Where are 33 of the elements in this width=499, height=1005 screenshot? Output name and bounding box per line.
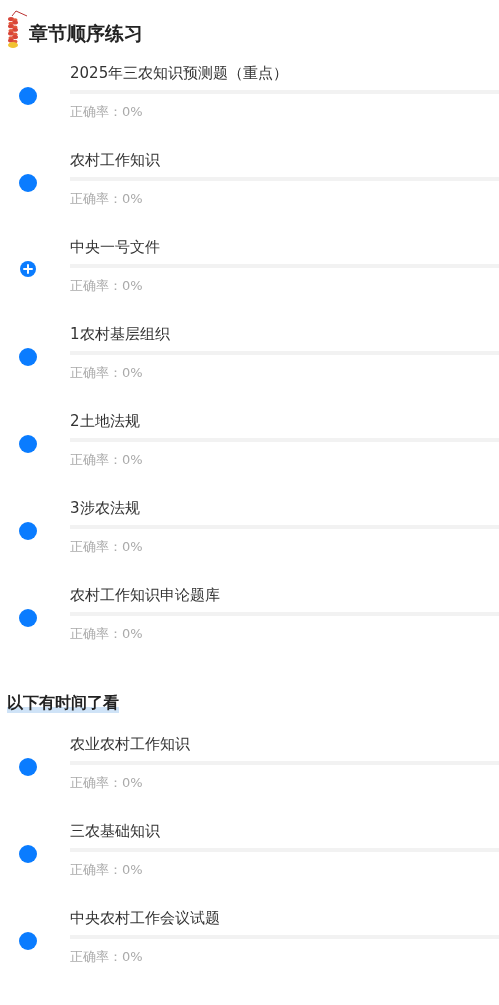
accuracy-text: 正确率：0% — [70, 538, 144, 556]
firecracker-icon — [6, 10, 28, 48]
dot-icon[interactable] — [19, 758, 37, 776]
chapter-title[interactable]: 2土地法规 — [70, 410, 499, 432]
section-title: 章节顺序练习 — [29, 21, 143, 46]
plus-icon[interactable] — [20, 261, 36, 277]
dot-icon[interactable] — [19, 932, 37, 950]
accuracy-text: 正确率：0% — [70, 364, 144, 382]
accuracy-text: 正确率：0% — [70, 190, 144, 208]
chapter-title[interactable]: 2025年三农知识预测题（重点） — [70, 62, 499, 84]
chapter-title[interactable]: 3涉农法规 — [70, 497, 499, 519]
accuracy-text: 正确率：0% — [70, 948, 144, 966]
dot-icon[interactable] — [19, 522, 37, 540]
dot-icon[interactable] — [19, 174, 37, 192]
chapter-title[interactable]: 中央一号文件 — [70, 236, 499, 258]
accuracy-text: 正确率：0% — [70, 625, 144, 643]
dot-icon[interactable] — [19, 609, 37, 627]
accuracy-text: 正确率：0% — [70, 774, 144, 792]
accuracy-text: 正确率：0% — [70, 103, 144, 121]
dot-icon[interactable] — [19, 348, 37, 366]
dot-icon[interactable] — [19, 435, 37, 453]
chapter-title[interactable]: 三农基础知识 — [70, 820, 499, 842]
chapter-title[interactable]: 1农村基层组织 — [70, 323, 499, 345]
dot-icon[interactable] — [19, 845, 37, 863]
accuracy-text: 正确率：0% — [70, 277, 144, 295]
accuracy-text: 正确率：0% — [70, 451, 144, 469]
section-title: 以下有时间了看 — [7, 693, 119, 713]
chapter-title[interactable]: 农业农村工作知识 — [70, 733, 499, 755]
accuracy-text: 正确率：0% — [70, 861, 144, 879]
dot-icon[interactable] — [19, 87, 37, 105]
chapter-title[interactable]: 农村工作知识 — [70, 149, 499, 171]
chapter-title[interactable]: 中央农村工作会议试题 — [70, 907, 499, 929]
chapter-title[interactable]: 农村工作知识申论题库 — [70, 584, 499, 606]
